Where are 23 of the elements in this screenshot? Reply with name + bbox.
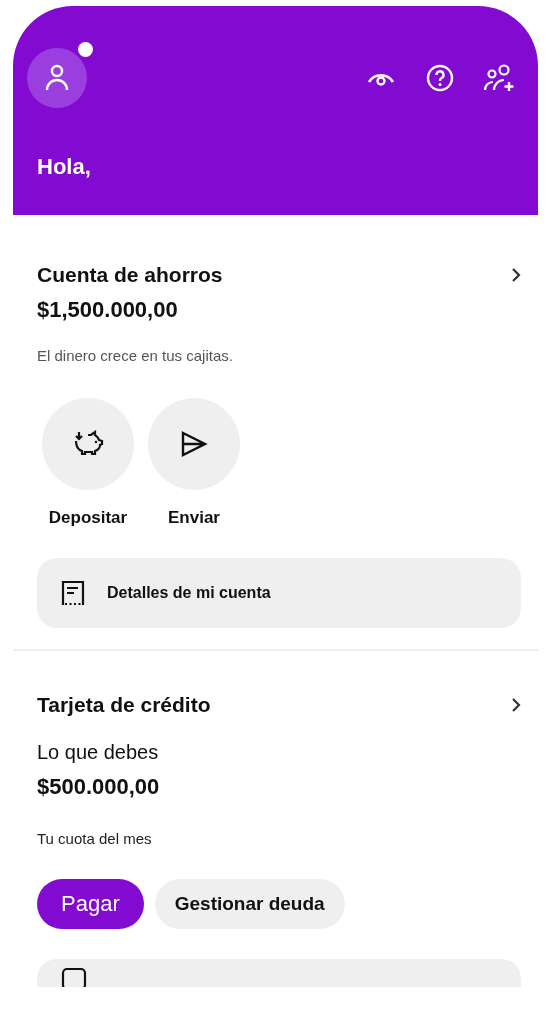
action-label: Depositar xyxy=(48,508,128,528)
send-icon xyxy=(180,431,208,457)
debt-amount: $500.000,00 xyxy=(37,774,161,800)
chevron-right-icon[interactable] xyxy=(511,697,521,713)
pay-button[interactable]: Pagar xyxy=(37,879,144,929)
document-icon xyxy=(61,580,85,606)
balance-amount: $1,500.000,00 xyxy=(37,297,179,323)
piggy-bank-icon xyxy=(72,430,104,458)
account-details-button[interactable]: Detalles de mi cuenta xyxy=(37,558,521,628)
add-people-icon[interactable] xyxy=(484,64,516,92)
info-text: Tu cuota del mes xyxy=(37,830,153,847)
info-text: El dinero crece en tus cajitas. xyxy=(37,347,234,364)
section-title: Tarjeta de crédito xyxy=(37,693,211,717)
action-label: Enviar xyxy=(168,508,220,528)
card-icon xyxy=(61,967,87,987)
chevron-right-icon[interactable] xyxy=(511,267,521,283)
greeting-text: Hola, xyxy=(37,154,92,180)
debt-label: Lo que debes xyxy=(37,741,160,764)
person-icon xyxy=(45,64,69,92)
help-icon[interactable] xyxy=(426,64,454,92)
profile-button[interactable] xyxy=(27,48,87,108)
section-title: Cuenta de ahorros xyxy=(37,263,223,287)
manage-debt-button[interactable]: Gestionar deuda xyxy=(154,879,345,929)
